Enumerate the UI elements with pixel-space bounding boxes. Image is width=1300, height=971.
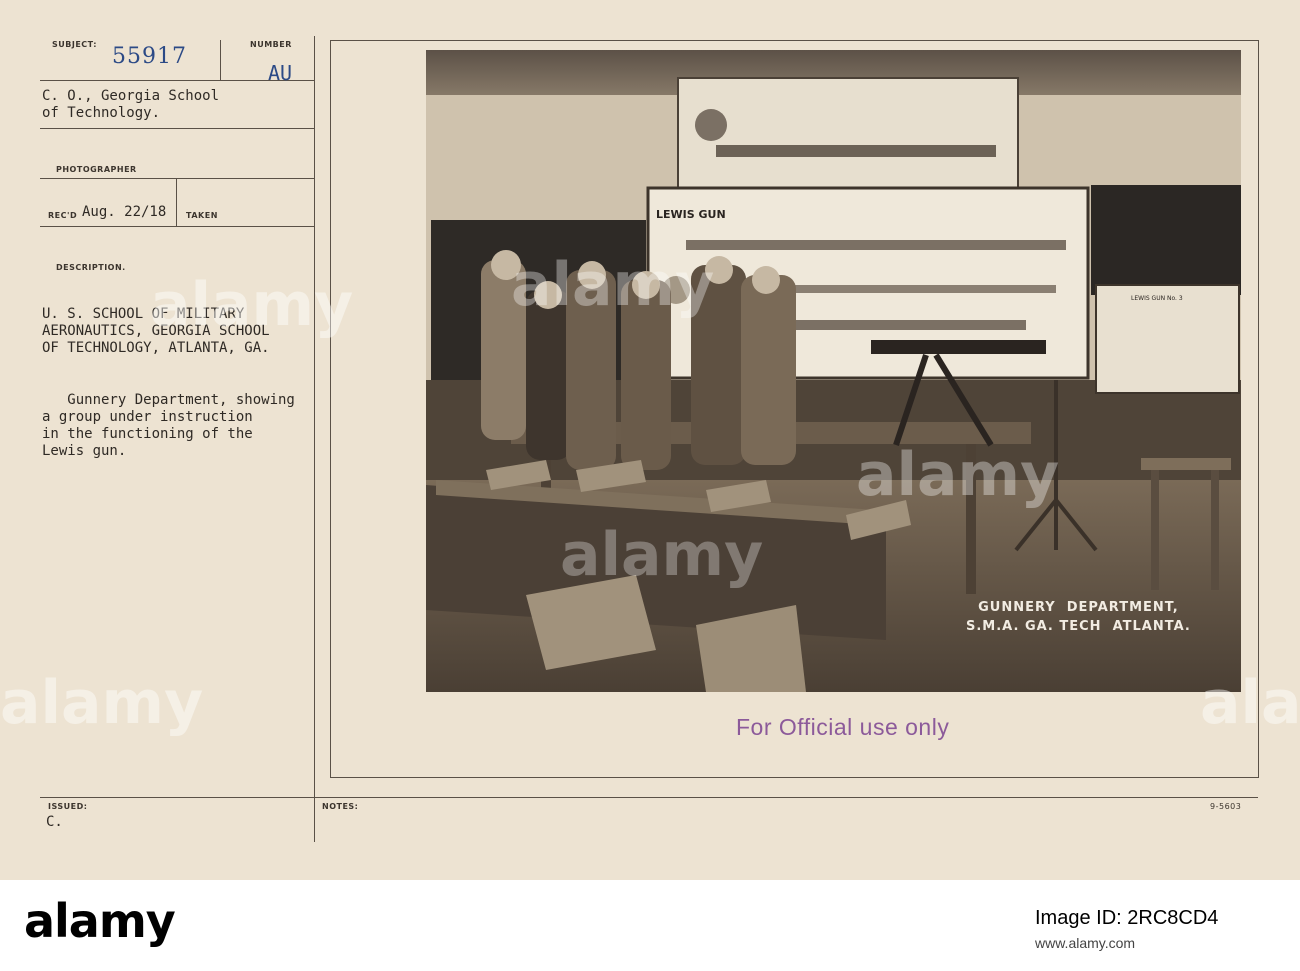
description-heading: U. S. SCHOOL OF MILITARY AERONAUTICS, GE… — [42, 306, 270, 356]
chart-title-2: LEWIS GUN No. 3 — [1131, 295, 1183, 302]
classroom-photograph: LEWIS GUN LEWIS GUN No. 3 alamy alamy — [426, 50, 1241, 692]
site-url[interactable]: www.alamy.com — [1035, 935, 1135, 951]
divider — [176, 178, 177, 226]
subject-label: SUBJECT: — [52, 40, 97, 49]
alamy-logo[interactable]: alamy — [24, 894, 176, 948]
taken-label: TAKEN — [186, 211, 218, 220]
official-use-stamp: For Official use only — [736, 714, 950, 740]
issued-label: ISSUED: — [48, 802, 88, 811]
notes-label: NOTES: — [322, 802, 359, 811]
number-stamp: AU — [268, 61, 293, 85]
photo-caption: GUNNERY DEPARTMENT, S.M.A. GA. TECH ATLA… — [966, 598, 1191, 636]
stock-footer: alamy Image ID: 2RC8CD4 www.alamy.com — [0, 880, 1300, 971]
chart-title: LEWIS GUN — [656, 208, 726, 221]
divider — [40, 797, 1258, 798]
subject-number: 55917 — [112, 44, 187, 69]
received-label: REC'D — [48, 211, 78, 220]
divider — [40, 178, 315, 179]
received-date: Aug. 22/18 — [82, 204, 167, 220]
divider — [314, 36, 315, 842]
form-number: 9-5603 — [1210, 802, 1242, 811]
watermark-text: alamy — [0, 668, 204, 738]
number-label: NUMBER — [250, 40, 292, 49]
image-id: Image ID: 2RC8CD4 — [1035, 907, 1219, 929]
archive-card: SUBJECT: 55917 NUMBER AU C. O., Georgia … — [0, 0, 1300, 880]
description-label: DESCRIPTION. — [56, 263, 126, 272]
issued-value: C. — [46, 814, 63, 830]
description-text: Gunnery Department, showing a group unde… — [42, 392, 295, 459]
divider — [40, 226, 315, 227]
source-text: C. O., Georgia School of Technology. — [42, 88, 220, 121]
caption-text: GUNNERY DEPARTMENT, S.M.A. GA. TECH ATLA… — [966, 600, 1191, 634]
divider — [40, 128, 315, 129]
photo-scene: LEWIS GUN LEWIS GUN No. 3 — [426, 50, 1241, 692]
photographer-label: PHOTOGRAPHER — [56, 165, 137, 174]
divider — [220, 40, 221, 80]
